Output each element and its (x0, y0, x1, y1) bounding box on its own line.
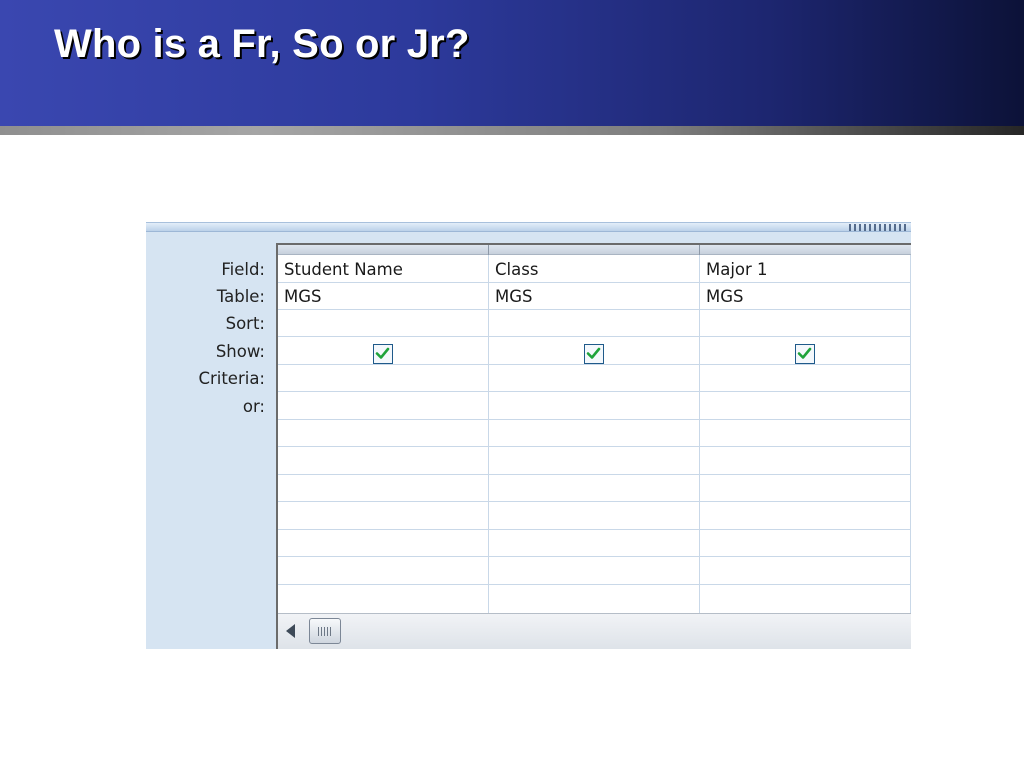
gridline (278, 364, 911, 365)
field-cell[interactable]: Student Name (284, 256, 403, 283)
show-checkbox[interactable] (373, 344, 393, 364)
gridline (278, 501, 911, 502)
column-divider[interactable] (699, 245, 700, 255)
gridline (278, 584, 911, 585)
row-label-show: Show: (215, 342, 265, 361)
row-label-criteria: Criteria: (198, 369, 265, 388)
checkmark-icon (586, 347, 601, 359)
gridline (699, 255, 700, 613)
header-divider (0, 126, 1024, 135)
table-cell[interactable]: MGS (284, 283, 322, 310)
show-checkbox[interactable] (584, 344, 604, 364)
scrollbar-thumb[interactable] (309, 618, 341, 644)
checkmark-icon (375, 347, 390, 359)
gridline (278, 309, 911, 310)
show-checkbox[interactable] (795, 344, 815, 364)
row-label-or: or: (242, 397, 265, 416)
query-design-grid-screenshot: Field: Table: Sort: Show: Criteria: or: … (146, 222, 911, 649)
gridline (910, 255, 911, 613)
horizontal-scrollbar[interactable] (278, 613, 911, 649)
table-cell[interactable]: MGS (706, 283, 744, 310)
row-label-sort: Sort: (225, 314, 265, 333)
checkmark-icon (797, 347, 812, 359)
slide-title: Who is a Fr, So or Jr? (54, 22, 470, 66)
gridline (488, 255, 489, 613)
field-cell[interactable]: Class (495, 256, 538, 283)
slide-header: Who is a Fr, So or Jr? (0, 0, 1024, 126)
column-selector-bar[interactable] (278, 245, 911, 255)
splitter-grip-icon (849, 224, 909, 231)
gridline (278, 474, 911, 475)
design-grid: Student Name MGS Class MGS Major 1 MGS (276, 243, 911, 649)
scroll-grip-icon (318, 627, 333, 636)
field-cell[interactable]: Major 1 (706, 256, 768, 283)
gridline (278, 446, 911, 447)
gridline (278, 529, 911, 530)
gridline (278, 391, 911, 392)
scroll-left-arrow-icon[interactable] (286, 624, 295, 638)
gridline (278, 419, 911, 420)
row-label-field: Field: (221, 260, 265, 279)
row-label-table: Table: (216, 287, 265, 306)
table-cell[interactable]: MGS (495, 283, 533, 310)
gridline (278, 336, 911, 337)
gridline (278, 556, 911, 557)
column-divider[interactable] (488, 245, 489, 255)
pane-splitter-bar[interactable] (146, 222, 911, 232)
